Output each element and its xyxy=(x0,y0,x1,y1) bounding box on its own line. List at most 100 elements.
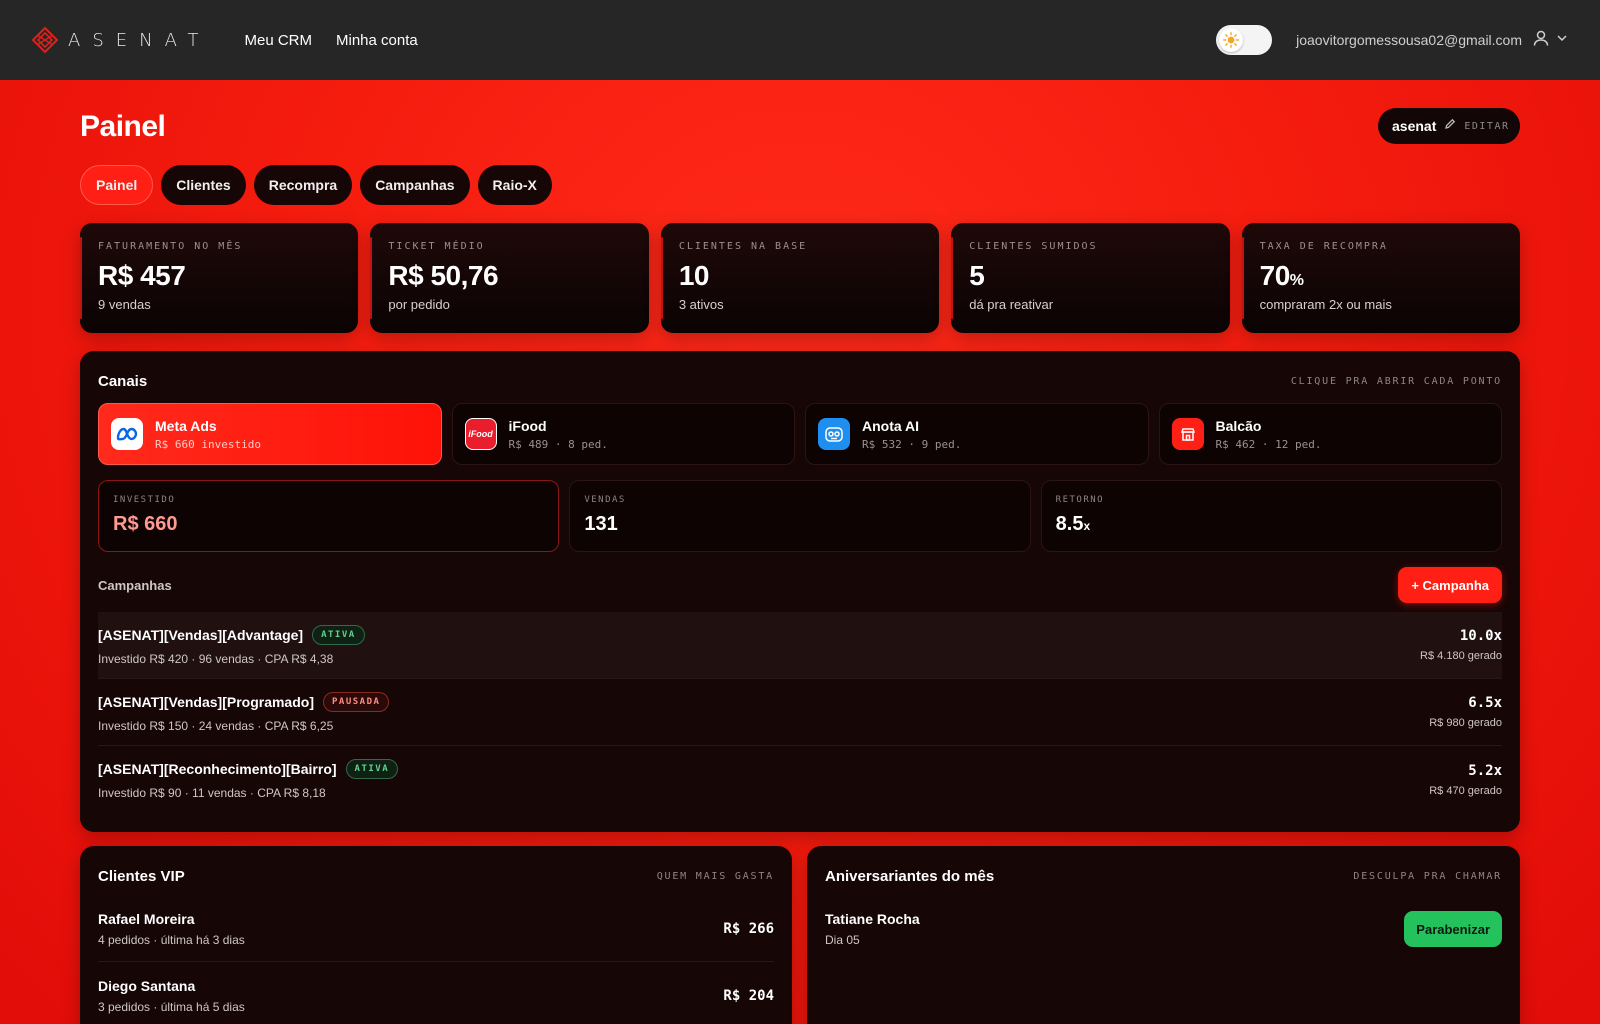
channel-name: Meta Ads xyxy=(155,417,217,434)
vip-client-row[interactable]: Diego Santana 3 pedidos · última há 5 di… xyxy=(98,963,774,1024)
panel-title: Clientes VIP xyxy=(98,868,185,885)
channel-ifood[interactable]: iFood iFood R$ 489 · 8 ped. xyxy=(451,403,795,465)
chevron-down-icon xyxy=(1556,31,1568,49)
campaign-row[interactable]: [ASENAT][Vendas][Programado] PAUSADA Inv… xyxy=(98,679,1502,746)
logo[interactable]: ASENAT xyxy=(32,27,211,53)
tab-clientes[interactable]: Clientes xyxy=(161,165,246,205)
channel-meta: R$ 660 investido xyxy=(155,437,261,451)
person-name: Tatiane Rocha xyxy=(825,911,920,927)
campaign-row[interactable]: [ASENAT][Vendas][Advantage] ATIVA Invest… xyxy=(98,612,1502,679)
ifood-icon: iFood xyxy=(464,418,497,450)
campaign-desc: Investido R$ 90 · 11 vendas · CPA R$ 8,1… xyxy=(98,786,326,800)
client-amount: R$ 204 xyxy=(723,988,774,1004)
vip-client-row[interactable]: Rafael Moreira 4 pedidos · última há 3 d… xyxy=(98,896,774,962)
store-icon xyxy=(1171,418,1204,450)
channel-meta: R$ 532 · 9 ped. xyxy=(862,437,962,451)
kpi-label: FATURAMENTO NO MÊS xyxy=(98,241,243,252)
kpi-value: R$ 50,76 xyxy=(388,260,499,291)
kpi-card-ticket-medio: TICKET MÉDIO R$ 50,76 por pedido xyxy=(370,223,649,333)
edit-label: EDITAR xyxy=(1464,120,1510,132)
sun-icon xyxy=(1219,28,1244,52)
status-badge: ATIVA xyxy=(312,624,365,645)
campaigns-title: Campanhas xyxy=(98,577,172,593)
workspace-name: asenat xyxy=(1392,118,1437,134)
channel-meta: R$ 462 · 12 ped. xyxy=(1215,437,1322,451)
panel-hint: DESCULPA PRA CHAMAR xyxy=(1353,871,1502,882)
top-nav: Meu CRM Minha conta xyxy=(245,32,418,49)
channel-meta-ads[interactable]: Meta Ads R$ 660 investido xyxy=(98,403,442,465)
kpi-card-clientes-base: CLIENTES NA BASE 10 3 ativos xyxy=(660,223,940,333)
panel-title: Canais xyxy=(98,373,148,390)
channel-list: Meta Ads R$ 660 investido iFood iFood R$… xyxy=(98,403,1502,465)
birthdays-panel: Aniversariantes do mês DESCULPA PRA CHAM… xyxy=(807,846,1520,1024)
campaign-generated: R$ 4.180 gerado xyxy=(1420,650,1502,662)
panel-header: Canais CLIQUE PRA ABRIR CADA PONTO xyxy=(98,373,1502,390)
kpi-value: 5 xyxy=(969,260,985,291)
channel-name: iFood xyxy=(508,417,547,434)
kpi-card-faturamento: FATURAMENTO NO MÊS R$ 457 9 vendas xyxy=(80,223,359,333)
channel-balcao[interactable]: Balcão R$ 462 · 12 ped. xyxy=(1158,403,1502,465)
tab-raio-x[interactable]: Raio-X xyxy=(477,165,552,205)
campaign-list: [ASENAT][Vendas][Advantage] ATIVA Invest… xyxy=(98,612,1502,813)
kpi-sub: dá pra reativar xyxy=(969,297,1054,312)
kpi-value: R$ 457 xyxy=(98,260,186,291)
kpi-card-clientes-sumidos: CLIENTES SUMIDOS 5 dá pra reativar xyxy=(951,223,1230,333)
campaign-desc: Investido R$ 150 · 24 vendas · CPA R$ 6,… xyxy=(98,718,334,733)
campaign-name: [ASENAT][Vendas][Advantage] xyxy=(98,626,304,643)
kpi-card-taxa-recompra: TAXA DE RECOMPRA 70% compraram 2x ou mai… xyxy=(1241,223,1521,333)
panel-header: Aniversariantes do mês DESCULPA PRA CHAM… xyxy=(825,868,1502,885)
panel-hint: CLIQUE PRA ABRIR CADA PONTO xyxy=(1290,376,1502,387)
kpi-label: TICKET MÉDIO xyxy=(388,241,485,252)
user-menu-button[interactable] xyxy=(1532,29,1568,52)
page-title: Painel xyxy=(80,110,166,143)
status-badge: ATIVA xyxy=(345,759,399,779)
client-amount: R$ 266 xyxy=(723,920,774,937)
channel-name: Anota AI xyxy=(862,417,920,434)
kpi-value: 70% xyxy=(1259,260,1304,291)
metric-label: RETORNO xyxy=(1055,495,1105,505)
nav-meu-crm[interactable]: Meu CRM xyxy=(245,32,313,49)
tab-campanhas[interactable]: Campanhas xyxy=(360,165,470,205)
add-campaign-button[interactable]: + Campanha xyxy=(1398,567,1502,603)
top-right: joaovitorgomessousa02@gmail.com xyxy=(1216,25,1568,55)
metric-value: 8.5x xyxy=(1055,513,1091,535)
asenat-logo-icon xyxy=(32,27,58,53)
metric-value: R$ 660 xyxy=(113,513,178,535)
tab-recompra[interactable]: Recompra xyxy=(253,165,353,205)
channel-metrics: INVESTIDO R$ 660 VENDAS 131 RETORNO 8.5x xyxy=(98,480,1502,552)
kpi-label: TAXA DE RECOMPRA xyxy=(1259,241,1388,252)
anota-ai-icon xyxy=(818,418,850,450)
pencil-icon xyxy=(1444,117,1456,135)
congratulate-button[interactable]: Parabenizar xyxy=(1404,911,1502,947)
channel-meta: R$ 489 · 8 ped. xyxy=(508,437,608,451)
metric-value: 131 xyxy=(584,513,618,535)
kpi-label: CLIENTES NA BASE xyxy=(678,241,808,252)
kpi-value: 10 xyxy=(678,260,710,291)
metric-retorno: RETORNO 8.5x xyxy=(1040,480,1502,552)
meta-icon xyxy=(111,418,143,450)
campaign-generated: R$ 980 gerado xyxy=(1429,717,1502,729)
logo-text: ASENAT xyxy=(68,29,211,51)
client-name: Diego Santana xyxy=(98,978,196,994)
nav-minha-conta[interactable]: Minha conta xyxy=(336,32,418,49)
client-name: Rafael Moreira xyxy=(98,910,195,927)
client-sub: 4 pedidos · última há 3 dias xyxy=(98,932,245,947)
metric-vendas: VENDAS 131 xyxy=(569,480,1031,552)
vip-clients-panel: Clientes VIP QUEM MAIS GASTA Rafael More… xyxy=(80,846,792,1024)
campaign-name: [ASENAT][Vendas][Programado] xyxy=(98,693,314,710)
theme-toggle[interactable] xyxy=(1216,25,1273,55)
campaign-name: [ASENAT][Reconhecimento][Bairro] xyxy=(98,761,337,777)
campaign-roi: 5.2x xyxy=(1468,762,1502,779)
kpi-sub: compraram 2x ou mais xyxy=(1259,297,1392,312)
client-sub: 3 pedidos · última há 5 dias xyxy=(98,1000,245,1014)
tab-painel[interactable]: Painel xyxy=(80,165,154,205)
workspace-edit-button[interactable]: asenat EDITAR xyxy=(1378,108,1520,144)
campaign-row[interactable]: [ASENAT][Reconhecimento][Bairro] ATIVA I… xyxy=(98,746,1502,813)
birthday-row: Tatiane Rocha Dia 05 Parabenizar xyxy=(825,896,1502,962)
tab-bar: Painel Clientes Recompra Campanhas Raio-… xyxy=(80,165,552,205)
metric-label: INVESTIDO xyxy=(113,495,176,505)
channel-anota-ai[interactable]: Anota AI R$ 532 · 9 ped. xyxy=(805,403,1149,465)
channels-panel: Canais CLIQUE PRA ABRIR CADA PONTO Meta … xyxy=(80,351,1520,832)
campaign-roi: 6.5x xyxy=(1468,695,1502,711)
kpi-sub: 3 ativos xyxy=(678,297,724,312)
